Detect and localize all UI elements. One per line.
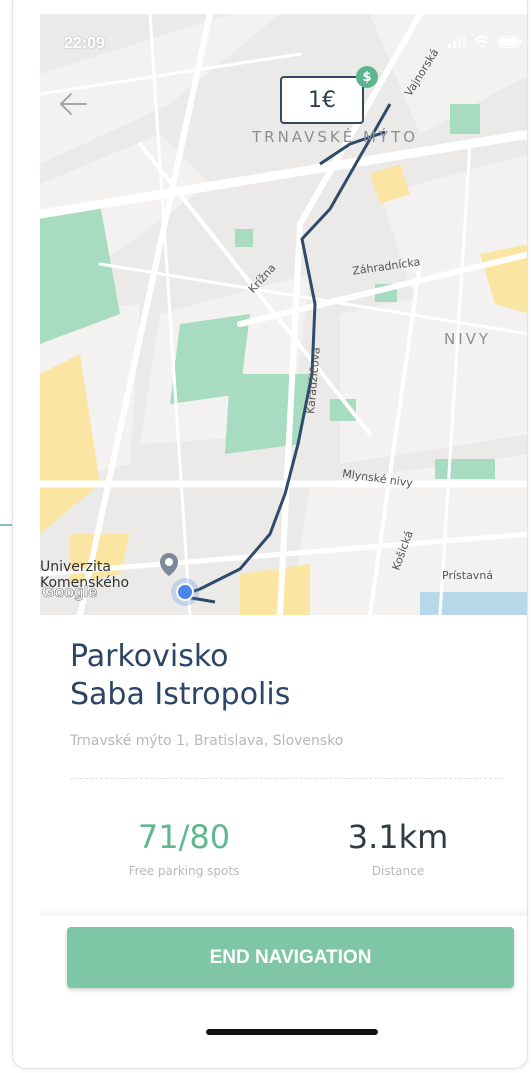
distance-stat: 3.1km Distance: [313, 818, 483, 878]
end-navigation-button[interactable]: END NAVIGATION: [67, 927, 514, 988]
parking-price-marker[interactable]: 1€ $: [280, 66, 378, 126]
district-label-nivy: NIVY: [444, 330, 492, 348]
price-label: 1€: [280, 76, 364, 124]
parking-title-line2: Saba Istropolis: [70, 677, 291, 712]
free-spots-value: 71/80: [137, 818, 231, 856]
district-label-trnavske-myto: TRNAVSKÉ MÝTO: [252, 128, 419, 146]
free-spots-stat: 71/80 Free parking spots: [99, 818, 269, 878]
map-view[interactable]: TRNAVSKÉ MÝTO NIVY Vajnorská Záhradnícka…: [40, 14, 527, 615]
parking-title: Parkovisko Saba Istropolis: [70, 638, 290, 714]
google-logo: Google: [42, 584, 98, 602]
dollar-badge-icon: $: [356, 66, 378, 88]
arrow-left-icon: [59, 93, 87, 115]
home-indicator[interactable]: [206, 1029, 378, 1035]
phone-frame: TRNAVSKÉ MÝTO NIVY Vajnorská Záhradnícka…: [12, 0, 528, 1069]
street-label-pristavna: Prístavná: [442, 569, 494, 582]
free-spots-label: Free parking spots: [128, 864, 240, 878]
back-button[interactable]: [55, 86, 91, 122]
parking-address: Trnavské mýto 1, Bratislava, Slovensko: [70, 733, 344, 749]
panel-separator: [40, 908, 527, 916]
distance-value: 3.1km: [347, 818, 449, 856]
screen: TRNAVSKÉ MÝTO NIVY Vajnorská Záhradnícka…: [0, 0, 532, 1073]
distance-label: Distance: [371, 864, 425, 878]
dashed-divider: [70, 778, 502, 779]
parking-title-line1: Parkovisko: [70, 639, 229, 674]
